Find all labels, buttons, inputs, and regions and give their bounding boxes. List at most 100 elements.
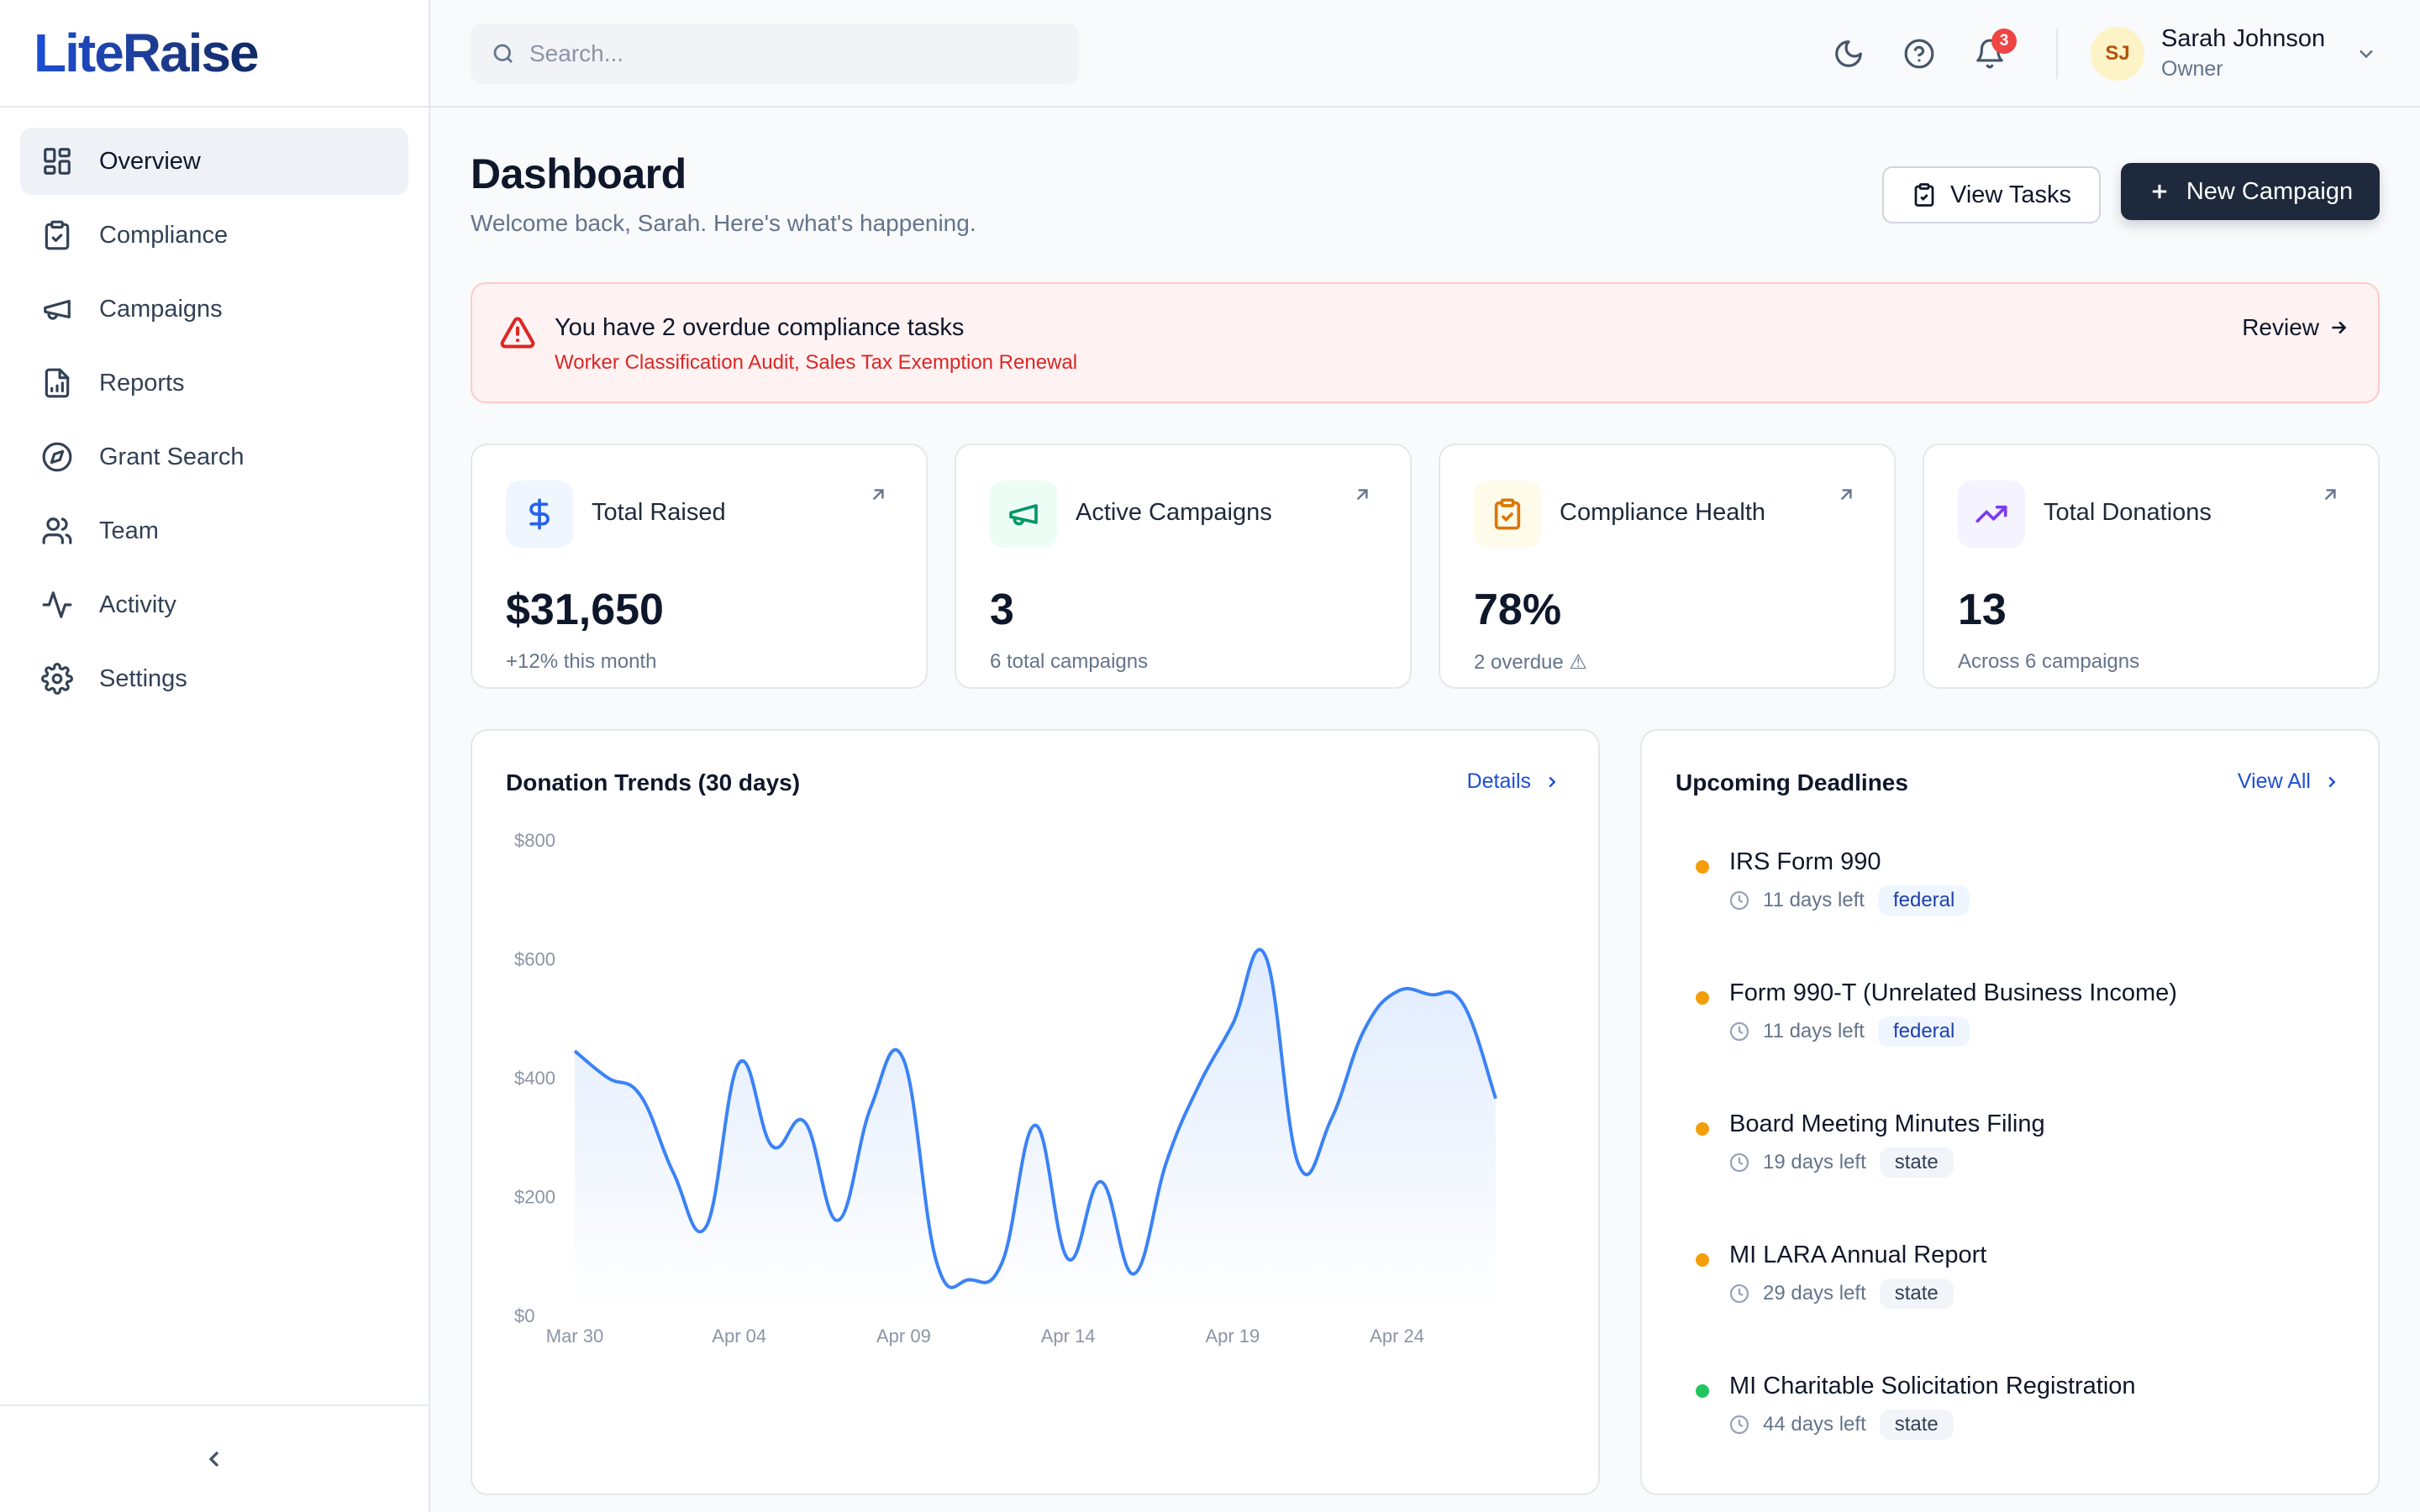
status-dot	[1696, 991, 1709, 1005]
series-area	[575, 949, 1496, 1315]
view-tasks-button[interactable]: View Tasks	[1882, 166, 2101, 223]
data-point[interactable]	[570, 1046, 580, 1056]
data-point[interactable]	[1425, 990, 1435, 1000]
new-campaign-button[interactable]: New Campaign	[2121, 163, 2380, 220]
data-point[interactable]	[800, 1117, 810, 1127]
view-all-link[interactable]: View All	[2238, 769, 2341, 794]
y-tick-label: $800	[514, 830, 555, 851]
view-tasks-label: View Tasks	[1950, 181, 2071, 208]
clock-icon	[1729, 1152, 1749, 1173]
gear-icon	[40, 662, 74, 696]
stat-card-total-raised[interactable]: Total Raised $31,650 +12% this month	[471, 444, 928, 689]
search-box[interactable]	[471, 24, 1079, 84]
data-point[interactable]	[668, 1168, 678, 1178]
avatar[interactable]: SJ	[2091, 27, 2144, 81]
collapse-sidebar-button[interactable]	[0, 1404, 429, 1512]
data-point[interactable]	[1491, 1094, 1501, 1104]
deadline-item[interactable]: Board Meeting Minutes Filing 19 days left…	[1676, 1110, 2398, 1194]
stat-card-compliance-health[interactable]: Compliance Health 78% 2 overdue ⚠	[1439, 444, 1896, 689]
deadline-days: 44 days left	[1763, 1413, 1866, 1436]
data-point[interactable]	[1228, 1019, 1238, 1029]
data-point[interactable]	[1030, 1121, 1040, 1131]
data-point[interactable]	[1162, 1156, 1172, 1166]
user-name[interactable]: Sarah Johnson	[2161, 25, 2325, 53]
sidebar-item-label: Team	[99, 517, 159, 544]
data-point[interactable]	[635, 1090, 645, 1100]
data-point[interactable]	[965, 1275, 975, 1285]
brand[interactable]: LiteRaise	[0, 0, 429, 108]
arrow-right-icon	[2332, 321, 2347, 334]
sidebar-item-label: Activity	[99, 591, 176, 618]
status-dot	[1696, 1253, 1709, 1267]
dark-mode-button[interactable]	[1830, 35, 1867, 72]
data-point[interactable]	[898, 1055, 908, 1065]
data-point[interactable]	[865, 1102, 876, 1112]
dollar-icon	[529, 498, 550, 530]
sidebar-item-team[interactable]: Team	[20, 497, 408, 564]
upcoming-deadlines-panel: Upcoming Deadlines View All IRS Form 990…	[1640, 729, 2380, 1495]
data-point[interactable]	[833, 1215, 843, 1226]
y-tick-label: $600	[514, 949, 555, 970]
topbar: 3 SJ Sarah Johnson Owner	[430, 0, 2420, 108]
data-point[interactable]	[1195, 1079, 1205, 1089]
deadline-meta: 29 days left state	[1729, 1278, 1954, 1309]
clipboard-check-icon	[1914, 183, 1934, 207]
chevron-left-icon	[208, 1451, 219, 1467]
deadline-title: IRS Form 990	[1729, 848, 1881, 875]
data-point[interactable]	[1293, 1159, 1303, 1169]
deadline-item[interactable]: MI LARA Annual Report 29 days left state	[1676, 1242, 2398, 1326]
status-dot	[1696, 1122, 1709, 1136]
page-subtitle: Welcome back, Sarah. Here's what's happe…	[471, 210, 976, 236]
alert-title: You have 2 overdue compliance tasks	[555, 314, 965, 341]
data-point[interactable]	[734, 1058, 744, 1068]
sidebar-item-campaigns[interactable]: Campaigns	[20, 276, 408, 343]
arrow-up-right-icon	[867, 484, 889, 510]
user-menu-button[interactable]	[2354, 42, 2378, 70]
data-point[interactable]	[997, 1257, 1007, 1267]
review-label: Review	[2242, 314, 2319, 340]
data-point[interactable]	[1260, 951, 1270, 961]
data-point[interactable]	[1326, 1115, 1336, 1125]
y-tick-label: $0	[514, 1305, 534, 1326]
deadline-meta: 19 days left state	[1729, 1147, 1954, 1178]
review-button[interactable]: Review	[2242, 314, 2349, 341]
stat-value: 13	[1958, 585, 2007, 634]
notifications-button[interactable]: 3	[1971, 29, 2017, 72]
x-tick-label: Mar 30	[546, 1326, 603, 1347]
deadline-title: Board Meeting Minutes Filing	[1729, 1110, 2045, 1137]
sidebar-item-grant-search[interactable]: Grant Search	[20, 423, 408, 491]
data-point[interactable]	[602, 1073, 613, 1083]
deadline-item[interactable]: Form 990-T (Unrelated Business Income) 11…	[1676, 979, 2398, 1063]
data-point[interactable]	[767, 1141, 777, 1151]
search-input[interactable]	[529, 40, 1050, 67]
data-point[interactable]	[932, 1257, 942, 1267]
sidebar-item-reports[interactable]: Reports	[20, 349, 408, 417]
deadline-meta: 44 days left state	[1729, 1410, 1954, 1440]
arrow-up-right-icon	[1351, 484, 1373, 510]
clock-icon	[1729, 1415, 1749, 1435]
deadline-item[interactable]: IRS Form 990 11 days left federal	[1676, 848, 2398, 932]
x-tick-label: Apr 19	[1205, 1326, 1260, 1347]
data-point[interactable]	[1096, 1177, 1106, 1187]
data-point[interactable]	[1359, 1025, 1369, 1035]
data-point[interactable]	[1063, 1254, 1073, 1264]
sidebar-item-settings[interactable]: Settings	[20, 645, 408, 712]
sidebar-item-activity[interactable]: Activity	[20, 571, 408, 638]
stat-value: 78%	[1474, 585, 1562, 634]
stat-card-total-donations[interactable]: Total Donations 13 Across 6 campaigns	[1923, 444, 2380, 689]
deadline-tag: state	[1879, 1147, 1954, 1178]
sidebar-item-overview[interactable]: Overview	[20, 128, 408, 195]
megaphone-icon	[1009, 504, 1038, 526]
sidebar-item-compliance[interactable]: Compliance	[20, 202, 408, 269]
data-point[interactable]	[1458, 999, 1468, 1009]
data-point[interactable]	[1128, 1268, 1139, 1278]
deadline-days: 11 days left	[1763, 889, 1865, 911]
user-role: Owner	[2161, 57, 2223, 81]
deadline-meta: 11 days left federal	[1729, 1016, 1970, 1047]
data-point[interactable]	[1392, 986, 1402, 996]
stat-card-active-campaigns[interactable]: Active Campaigns 3 6 total campaigns	[955, 444, 1412, 689]
help-button[interactable]	[1901, 35, 1938, 72]
deadline-item[interactable]: MI Charitable Solicitation Registration 4…	[1676, 1373, 2398, 1457]
data-point[interactable]	[702, 1221, 712, 1231]
deadline-tag: state	[1879, 1278, 1954, 1309]
